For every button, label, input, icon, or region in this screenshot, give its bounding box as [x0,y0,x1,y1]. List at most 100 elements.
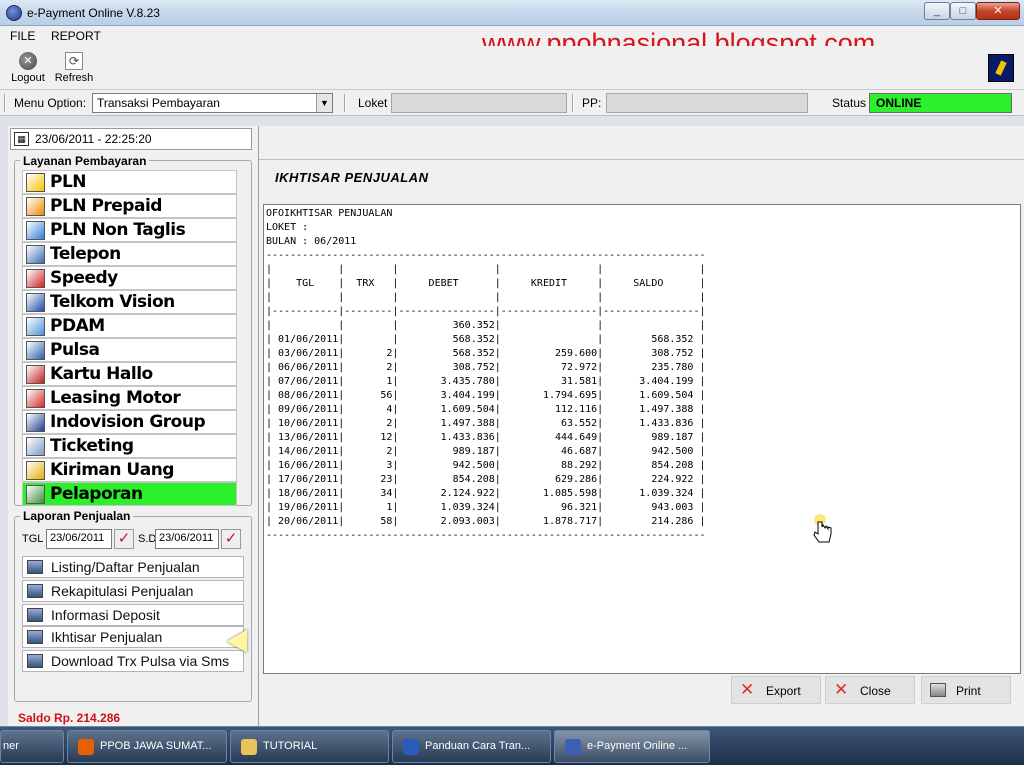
saldo-text: Saldo Rp. 214.286 [18,711,121,725]
taskbar-item[interactable]: PPOB JAWA SUMAT... [67,730,227,763]
menu-file[interactable]: FILE [10,29,35,43]
taskbar-item[interactable]: ner [0,730,64,763]
taskbar-label: PPOB JAWA SUMAT... [100,740,212,752]
maximize-button[interactable]: □ [950,2,976,20]
report-heading: IKHTISAR PENJUALAN [275,170,429,185]
tgl-check-icon[interactable]: ✓ [114,529,134,549]
service-item-telkom-vision[interactable]: Telkom Vision [22,290,237,314]
report-button-1[interactable]: Listing/Daftar Penjualan [22,556,244,578]
service-label: Kartu Hallo [50,364,153,384]
service-item-ticketing[interactable]: Ticketing [22,434,237,458]
logout-icon: ✕ [19,52,37,70]
separator [4,94,6,112]
taskbar-item[interactable]: Panduan Cara Tran... [392,730,551,763]
sd-check-icon[interactable]: ✓ [221,529,241,549]
service-item-leasing-motor[interactable]: Leasing Motor [22,386,237,410]
calendar-icon: ▦ [14,132,29,146]
close-window-button[interactable]: ✕ [976,2,1020,20]
report-button-3[interactable]: Informasi Deposit [22,604,244,626]
service-item-pelaporan[interactable]: Pelaporan [22,482,237,506]
separator [344,94,346,112]
close-label: Close [860,684,891,698]
pp-label: PP: [582,96,602,110]
pdam-icon [26,317,45,336]
pln-icon [26,173,45,192]
pulsa-icon [26,341,45,360]
report-icon [27,654,43,668]
datetime-display: ▦ 23/06/2011 - 22:25:20 [10,128,252,150]
telkom-vision-icon [26,293,45,312]
service-item-indovision-group[interactable]: Indovision Group [22,410,237,434]
menu-report[interactable]: REPORT [51,29,101,43]
service-item-pln-prepaid[interactable]: PLN Prepaid [22,194,237,218]
indovision-icon [26,413,45,432]
taskbar-label: TUTORIAL [263,740,318,752]
report-button-label: Download Trx Pulsa via Sms [51,653,230,669]
minimize-button[interactable]: _ [924,2,950,20]
service-item-kartu-hallo[interactable]: Kartu Hallo [22,362,237,386]
status-badge: ONLINE [869,93,1012,113]
logout-button[interactable]: ✕ Logout [6,50,50,90]
taskbar-label: e-Payment Online ... [587,740,688,752]
epayment-icon [565,739,581,755]
service-label: PDAM [50,316,105,336]
report-button-label: Informasi Deposit [51,607,160,623]
folder-icon [241,739,257,755]
service-item-telepon[interactable]: Telepon [22,242,237,266]
service-item-pln-non-taglis[interactable]: PLN Non Taglis [22,218,237,242]
export-icon: ✕ [740,680,755,699]
refresh-button[interactable]: ⟳ Refresh [52,50,96,90]
service-label: PLN Prepaid [50,196,162,216]
service-label: Pelaporan [50,484,143,504]
taskbar-item[interactable]: TUTORIAL [230,730,389,763]
datetime-value: 23/06/2011 - 22:25:20 [35,132,152,146]
service-label: Telkom Vision [50,292,175,312]
service-item-pulsa[interactable]: Pulsa [22,338,237,362]
report-button-label: Ikhtisar Penjualan [51,629,163,645]
layanan-title: Layanan Pembayaran [20,154,150,168]
export-label: Export [766,684,801,698]
report-button-5[interactable]: Download Trx Pulsa via Sms [22,650,244,672]
report-button-label: Rekapitulasi Penjualan [51,583,194,599]
service-label: Indovision Group [50,412,206,432]
export-button[interactable]: ✕ Export [731,676,821,704]
separator [572,94,574,112]
speedy-icon [26,269,45,288]
print-label: Print [956,684,981,698]
tgl-date-input[interactable]: 23/06/2011 [46,529,112,549]
leasing-motor-icon [26,389,45,408]
service-item-pdam[interactable]: PDAM [22,314,237,338]
ticketing-icon [26,437,45,456]
service-label: Speedy [50,268,118,288]
report-button-2[interactable]: Rekapitulasi Penjualan [22,580,244,602]
content-top-strip [259,126,1024,160]
kartu-hallo-icon [26,365,45,384]
service-item-speedy[interactable]: Speedy [22,266,237,290]
firefox-icon [78,739,94,755]
report-view[interactable]: OFOIKHTISAR PENJUALAN LOKET : BULAN : 06… [263,204,1021,674]
left-panel: ▦ 23/06/2011 - 22:25:20 Layanan Pembayar… [8,126,258,726]
service-label: Ticketing [50,436,134,456]
service-item-kiriman-uang[interactable]: Kiriman Uang [22,458,237,482]
service-label: Telepon [50,244,121,264]
pln-prepaid-icon [26,197,45,216]
pp-field [606,93,808,113]
chevron-down-icon[interactable]: ▼ [316,94,332,112]
app-icon [6,5,22,21]
service-label: Pulsa [50,340,100,360]
report-button-4[interactable]: Ikhtisar Penjualan [22,626,244,648]
menu-option-select[interactable]: Transaksi Pembayaran ▼ [92,93,333,113]
report-button-label: Listing/Daftar Penjualan [51,559,200,575]
print-button[interactable]: Print [921,676,1011,704]
close-icon: ✕ [834,680,849,699]
service-item-pln[interactable]: PLN [22,170,237,194]
logout-label: Logout [11,72,45,84]
sd-date-input[interactable]: 23/06/2011 [155,529,219,549]
window-title: e-Payment Online V.8.23 [27,6,160,20]
taskbar-item[interactable]: e-Payment Online ... [554,730,710,763]
close-button[interactable]: ✕ Close [825,676,915,704]
loket-label: Loket [358,96,388,110]
report-icon [27,584,43,598]
report-icon [27,608,43,622]
options-bar: Menu Option: Transaksi Pembayaran ▼ Loke… [0,90,1024,116]
